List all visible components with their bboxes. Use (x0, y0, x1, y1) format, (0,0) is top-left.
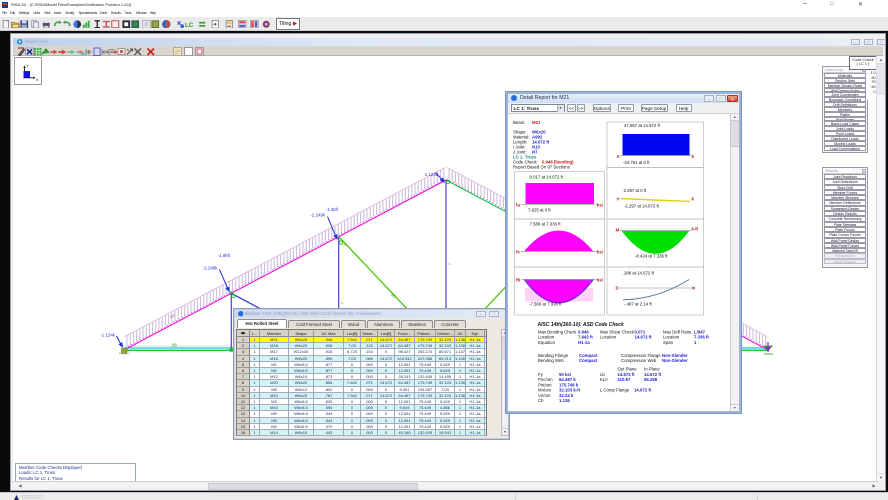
svg-text:ksi: ksi (597, 278, 603, 283)
svg-text:-.487 at 2.14 ft: -.487 at 2.14 ft (624, 302, 653, 307)
svg-text:1.136: 1.136 (559, 398, 570, 403)
svg-text:Compression Web: Compression Web (621, 358, 657, 363)
svg-text:Compact: Compact (579, 358, 598, 363)
svg-text:M21: M21 (532, 120, 541, 125)
svg-text:k: k (692, 154, 695, 159)
svg-text:.288 at 14.672 ft: .288 at 14.672 ft (623, 271, 655, 276)
svg-text:KL/r: KL/r (600, 377, 608, 382)
svg-text:.2: .2 (340, 301, 344, 304)
svg-text:AISC 14th(360-10): ASD Code Ch: AISC 14th(360-10): ASD Code Check (537, 322, 624, 328)
svg-text:LC: LC (185, 21, 194, 28)
svg-text:-7.569 at 7.336 ft: -7.569 at 7.336 ft (529, 302, 562, 307)
svg-text:47.957 at 14.672 ft: 47.957 at 14.672 ft (624, 123, 661, 128)
svg-text:Cb: Cb (538, 398, 544, 403)
svg-text:.86: .86 (171, 343, 177, 348)
svg-text:ksi: ksi (597, 202, 603, 207)
svg-text:-1.3kft: -1.3kft (326, 207, 339, 212)
svg-text:Non-Slender: Non-Slender (662, 358, 688, 363)
svg-text:14.672 ft: 14.672 ft (635, 335, 653, 340)
svg-text:-2.297 at 14.672 ft: -2.297 at 14.672 ft (624, 204, 660, 209)
svg-text:Span: Span (663, 340, 674, 345)
svg-text:A: A (617, 154, 621, 159)
svg-text:N=48.1: N=48.1 (119, 352, 130, 356)
svg-text:Y: Y (26, 63, 29, 68)
svg-text:7.589 at 7.336 ft: 7.589 at 7.336 ft (530, 222, 562, 227)
svg-text:fb: fb (516, 278, 520, 283)
svg-text:Beam:: Beam: (513, 120, 525, 125)
svg-text:-1.124k: -1.124k (423, 172, 438, 177)
svg-text:-2.249k: -2.249k (310, 213, 325, 218)
svg-text:Bending Web: Bending Web (538, 358, 564, 363)
svg-text:M: M (616, 228, 620, 233)
svg-text:L Comp Flange: L Comp Flange (600, 388, 630, 393)
svg-text:In Plane: In Plane (644, 367, 660, 372)
svg-text:ksi: ksi (597, 250, 603, 255)
svg-text:V: V (617, 197, 620, 202)
svg-text:D: D (616, 286, 620, 291)
svg-text:fa: fa (516, 202, 520, 207)
svg-text:-1.124k: -1.124k (100, 333, 115, 338)
svg-text:in: in (692, 286, 696, 291)
svg-text:fc: fc (516, 250, 520, 255)
svg-text:66.298: 66.298 (644, 377, 658, 382)
svg-text:k-ft: k-ft (692, 227, 699, 232)
svg-text:Equation: Equation (538, 340, 556, 345)
svg-text:2.297 at 0 ft: 2.297 at 0 ft (624, 188, 648, 193)
svg-text:Location: Location (600, 335, 617, 340)
svg-text:-2.248k: -2.248k (203, 266, 218, 271)
svg-text:H1-1a: H1-1a (578, 340, 590, 345)
svg-text:k: k (692, 197, 695, 202)
svg-text:X: X (36, 77, 39, 82)
svg-text:.2: .2 (448, 262, 452, 265)
svg-text:11: 11 (343, 243, 347, 247)
svg-text:-8.424 at 7.336 ft: -8.424 at 7.336 ft (635, 254, 668, 259)
svg-text:Report Based On 97 Sections: Report Based On 97 Sections (513, 165, 570, 170)
svg-text:1: 1 (694, 340, 697, 345)
svg-text:-44.751 at 0 ft: -44.751 at 0 ft (623, 160, 650, 165)
svg-text:8.017 at 14.672 ft: 8.017 at 14.672 ft (530, 175, 564, 180)
svg-text:7.625 at 0 ft: 7.625 at 0 ft (528, 208, 552, 213)
svg-text:-1.9kft: -1.9kft (218, 253, 231, 258)
svg-text:14.672 ft: 14.672 ft (634, 388, 652, 393)
svg-text:Out Plane: Out Plane (618, 367, 638, 372)
svg-text:110.97: 110.97 (618, 377, 632, 382)
